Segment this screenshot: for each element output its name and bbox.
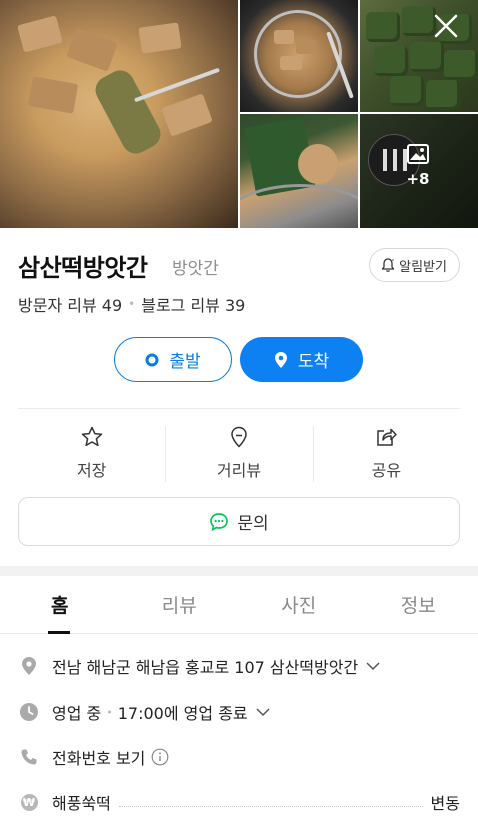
- mugwort-rice-cake: [426, 80, 460, 110]
- rice-cake-on-fork: [90, 65, 166, 159]
- mugwort-rice-cake: [444, 50, 478, 80]
- info-icon[interactable]: [151, 748, 169, 766]
- image-icon: [407, 144, 429, 164]
- phone-icon: [18, 748, 40, 766]
- more-photos-indicator[interactable]: +8: [400, 144, 436, 188]
- bean-powder: [298, 144, 338, 184]
- fork: [134, 67, 220, 103]
- section-gap: [0, 566, 478, 576]
- tab-home[interactable]: 홈: [0, 576, 120, 634]
- place-name: 삼산떡방앗간: [18, 254, 148, 282]
- photo-gallery: +8: [0, 0, 478, 228]
- menu-name: 해풍쑥떡: [52, 794, 111, 813]
- business-hours: 17:00에 영업 종료: [117, 704, 248, 723]
- save-button[interactable]: 저장: [18, 422, 165, 484]
- mugwort-rice-cake: [390, 76, 424, 106]
- place-title-row: 삼산떡방앗간 방앗간 알림받기: [18, 246, 460, 282]
- close-icon: [434, 14, 458, 38]
- separator-dot: •: [106, 705, 113, 719]
- save-label: 저장: [76, 461, 107, 480]
- bell-icon: [382, 258, 395, 272]
- tab-bar: 홈 리뷰 사진 정보: [0, 576, 478, 634]
- mugwort-rice-cake: [410, 42, 444, 72]
- route-buttons: 출발 도착: [114, 337, 364, 383]
- blog-review-link[interactable]: 블로그 리뷰 39: [141, 292, 245, 316]
- phone-view-link[interactable]: 전화번호 보기: [52, 745, 145, 769]
- tab-info[interactable]: 정보: [359, 576, 478, 633]
- route-arrive-button[interactable]: 도착: [240, 337, 363, 382]
- rice-cake-piece: [274, 30, 294, 44]
- action-bar: 저장 거리뷰 공유: [18, 422, 460, 484]
- location-pin-icon: [274, 351, 288, 369]
- photo-main[interactable]: [0, 0, 238, 228]
- mugwort-rice-cake: [374, 46, 408, 76]
- street-view-label: 거리뷰: [216, 461, 262, 480]
- plate: [254, 10, 342, 98]
- photo-4[interactable]: [240, 114, 358, 228]
- divider: [18, 408, 460, 409]
- close-button[interactable]: [430, 10, 462, 42]
- share-icon: [377, 428, 398, 446]
- review-summary: 방문자 리뷰 49 • 블로그 리뷰 39: [18, 292, 245, 316]
- route-arrive-label: 도착: [297, 352, 330, 372]
- route-start-button[interactable]: 출발: [114, 337, 232, 382]
- rice-cake-piece: [27, 76, 79, 114]
- rice-cake-piece: [66, 28, 118, 72]
- rice-cake-piece: [280, 56, 302, 70]
- photo-2[interactable]: [240, 0, 358, 112]
- address-text: 전남 해남군 해남읍 홍교로 107 삼산떡방앗간: [52, 658, 359, 677]
- share-label: 공유: [371, 461, 402, 480]
- menu-price: 변동: [430, 794, 460, 813]
- visitor-review-link[interactable]: 방문자 리뷰 49: [18, 292, 122, 316]
- separator-dot: •: [128, 297, 136, 311]
- chevron-down-icon[interactable]: [366, 661, 380, 671]
- tab-reviews[interactable]: 리뷰: [120, 576, 240, 633]
- place-category: 방앗간: [172, 259, 219, 279]
- address-row[interactable]: 전남 해남군 해남읍 홍교로 107 삼산떡방앗간: [18, 651, 460, 681]
- notify-button[interactable]: 알림받기: [369, 248, 460, 282]
- inquiry-label: 문의: [237, 514, 269, 534]
- phone-row[interactable]: 전화번호 보기: [18, 742, 460, 772]
- route-start-label: 출발: [169, 352, 201, 372]
- business-status: 영업 중: [52, 704, 102, 723]
- rice-cake-piece: [296, 40, 316, 54]
- start-dot-icon: [145, 353, 159, 367]
- more-photos-count: +8: [406, 170, 430, 188]
- chevron-down-icon[interactable]: [256, 707, 270, 717]
- rice-cake-piece: [17, 15, 63, 53]
- notify-label: 알림받기: [399, 259, 447, 275]
- location-pin-icon: [231, 426, 247, 448]
- plate: [240, 184, 358, 228]
- clock-icon: [18, 702, 40, 722]
- location-pin-icon: [18, 656, 40, 676]
- price-icon: ₩: [18, 793, 40, 811]
- rice-cake-piece: [138, 22, 182, 54]
- photo-more[interactable]: +8: [360, 114, 478, 228]
- star-icon: [81, 426, 102, 447]
- share-button[interactable]: 공유: [312, 422, 460, 484]
- rice-cake-piece: [161, 93, 213, 137]
- chat-icon: [210, 512, 229, 531]
- tab-photos[interactable]: 사진: [239, 576, 359, 633]
- menu-row[interactable]: ₩ 해풍쑥떡 변동: [18, 787, 460, 817]
- hours-row[interactable]: 영업 중 • 17:00에 영업 종료: [18, 697, 460, 727]
- menu-dot-leader: [118, 805, 423, 807]
- street-view-button[interactable]: 거리뷰: [165, 422, 312, 484]
- mugwort-rice-cake: [366, 12, 400, 42]
- inquiry-button[interactable]: 문의: [18, 497, 460, 546]
